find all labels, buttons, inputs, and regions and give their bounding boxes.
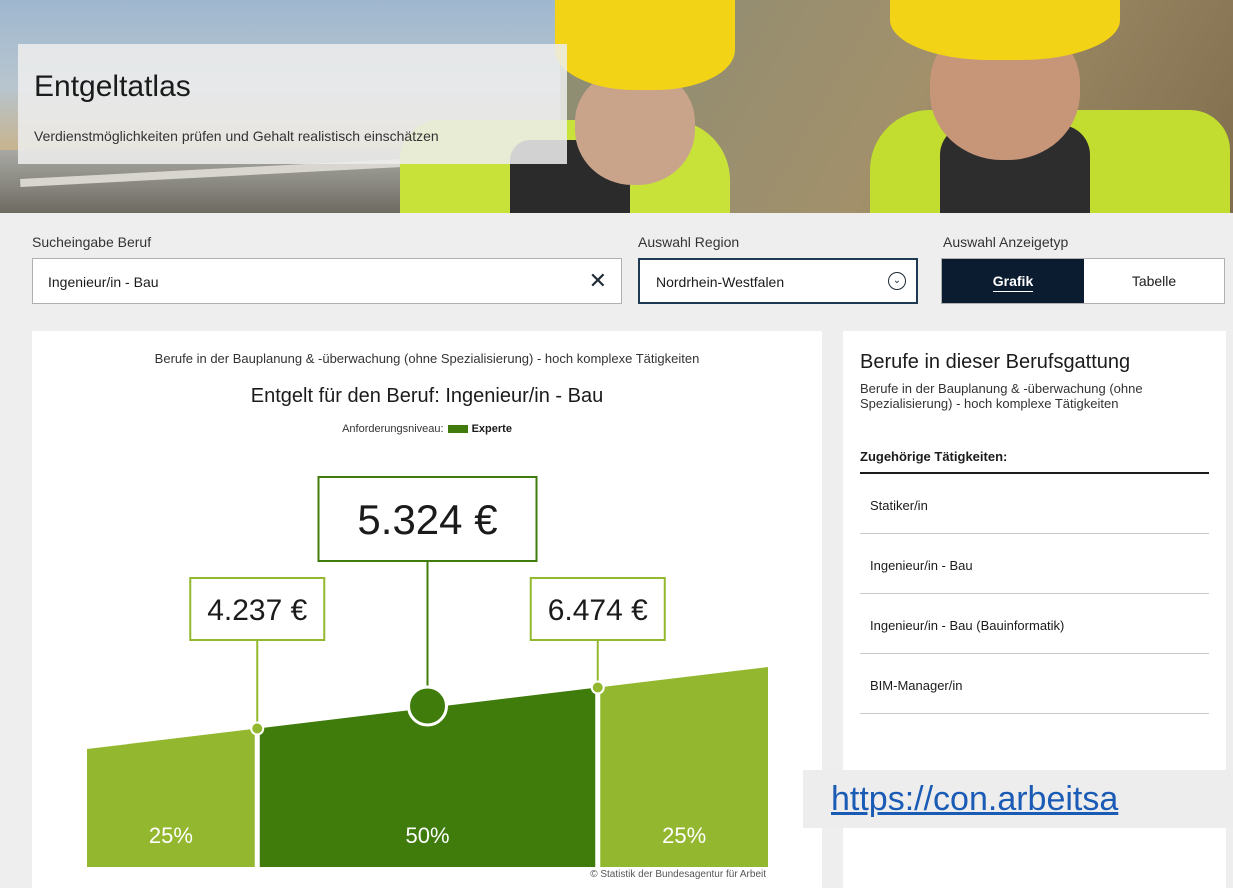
- url-overlay: https://con.arbeitsa: [803, 770, 1233, 828]
- display-type-toggle: Grafik Tabelle: [941, 258, 1225, 304]
- side-description: Berufe in der Bauplanung & -überwachung …: [860, 381, 1143, 411]
- url-link[interactable]: https://con.arbeitsa: [831, 780, 1118, 819]
- list-item-label: Statiker/in: [870, 498, 928, 513]
- segment-share-label: 25%: [149, 823, 193, 848]
- list-item-label: BIM-Manager/in: [870, 678, 963, 693]
- region-select-value: Nordrhein-Westfalen: [656, 274, 785, 290]
- display-type-label: Auswahl Anzeigetyp: [943, 234, 1069, 250]
- hero-banner: Entgeltatlas Verdienstmöglichkeiten prüf…: [0, 0, 1233, 213]
- region-label: Auswahl Region: [638, 234, 740, 250]
- page-subtitle: Verdienstmöglichkeiten prüfen und Gehalt…: [34, 128, 439, 144]
- lower-quartile-marker: [250, 721, 265, 736]
- upper-quartile-value-label: 6.474 €: [548, 594, 648, 627]
- list-item[interactable]: Statiker/in: [860, 474, 1209, 534]
- tab-tabelle[interactable]: Tabelle: [1084, 259, 1224, 303]
- region-select[interactable]: Nordrhein-Westfalen ⌄: [638, 258, 918, 304]
- clear-icon[interactable]: ✕: [589, 268, 607, 294]
- job-search-input[interactable]: Ingenieur/in - Bau ✕: [32, 258, 622, 304]
- segment-share-label: 50%: [405, 823, 449, 848]
- list-item-label: Ingenieur/in - Bau: [870, 558, 973, 573]
- chevron-down-icon: ⌄: [888, 272, 906, 290]
- search-label: Sucheingabe Beruf: [32, 234, 152, 250]
- median-marker: [407, 685, 448, 727]
- list-item-label: Ingenieur/in - Bau (Bauinformatik): [870, 618, 1065, 633]
- salary-chart-card: Berufe in der Bauplanung & -überwachung …: [32, 331, 822, 888]
- upper-quartile-marker: [590, 680, 605, 695]
- tab-grafik[interactable]: Grafik: [942, 259, 1084, 303]
- side-title: Berufe in dieser Berufsgattung: [860, 351, 1131, 373]
- tab-grafik-label: Grafik: [992, 273, 1034, 292]
- lower-quartile-value-label: 4.237 €: [207, 594, 307, 627]
- copyright-note: © Statistik der Bundesagentur für Arbeit: [590, 869, 766, 880]
- job-search-value: Ingenieur/in - Bau: [48, 274, 159, 290]
- list-item[interactable]: BIM-Manager/in: [860, 654, 1209, 714]
- median-value-label: 5.324 €: [357, 496, 497, 543]
- page-title: Entgeltatlas: [34, 70, 191, 103]
- related-activities-heading: Zugehörige Tätigkeiten:: [860, 449, 1008, 464]
- hero-text-panel: Entgeltatlas Verdienstmöglichkeiten prüf…: [18, 44, 567, 164]
- hero-worker-left-hardhat: [555, 0, 735, 90]
- list-item[interactable]: Ingenieur/in - Bau: [860, 534, 1209, 594]
- salary-chart: 25% 50% 25% 4.237 € 5.324 € 6.474 €: [87, 476, 768, 867]
- segment-share-label: 25%: [662, 823, 706, 848]
- list-item[interactable]: Ingenieur/in - Bau (Bauinformatik): [860, 594, 1209, 654]
